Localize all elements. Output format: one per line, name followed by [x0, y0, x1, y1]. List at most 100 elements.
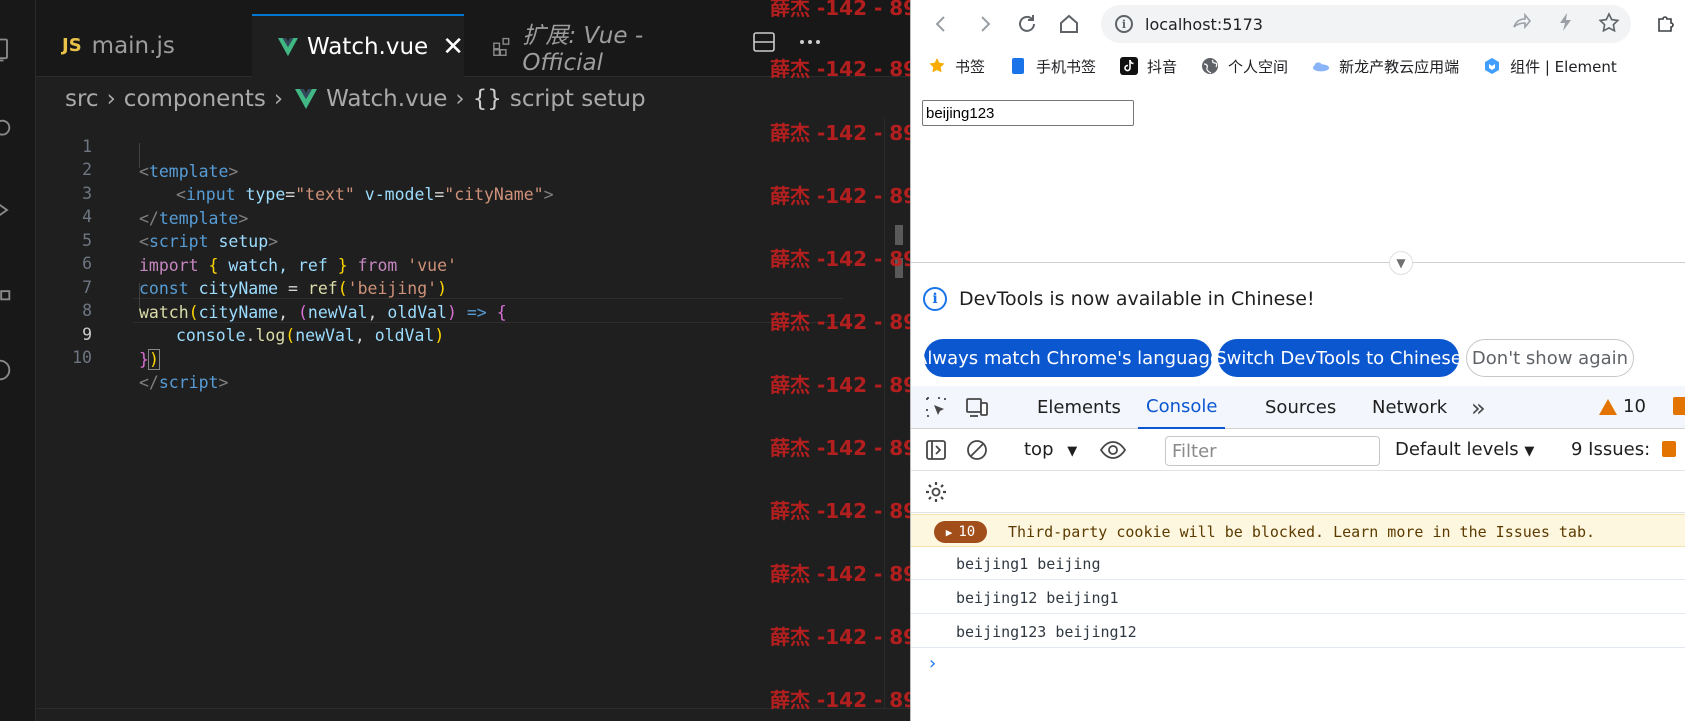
phone-icon — [1009, 57, 1027, 75]
screen: JS main.js Watch.vue ✕ 扩展: Vue - Officia… — [0, 0, 1685, 721]
devtools-tab-bar: Elements Console Sources Network » 10 — [911, 386, 1685, 429]
more-actions-icon[interactable] — [798, 30, 822, 54]
url-text: localhost:5173 — [1145, 14, 1263, 34]
console-log-row[interactable]: beijing12 beijing1 — [911, 581, 1685, 614]
site-info-icon[interactable]: i — [1115, 15, 1133, 33]
tab-label: Watch.vue — [306, 33, 429, 60]
code-editor[interactable]: 1 <template> 2 <input type="text" v-mode… — [36, 118, 886, 708]
tab-main-js[interactable]: JS main.js — [36, 14, 236, 77]
code-line: 6 const cityName = ref('beijing') — [36, 226, 886, 298]
device-toolbar-icon[interactable] — [965, 395, 989, 419]
cloud-icon — [1312, 57, 1330, 75]
source-control-icon[interactable] — [0, 196, 14, 224]
vue-icon — [278, 37, 298, 56]
bookmark-item[interactable]: 手机书签 — [1009, 56, 1096, 77]
caret-down-icon: ▼ — [1524, 444, 1535, 459]
star-icon — [928, 57, 946, 75]
tab-sources[interactable]: Sources — [1265, 386, 1336, 429]
code-line: 1 <template> — [36, 109, 886, 181]
forward-icon[interactable] — [971, 10, 999, 38]
bookmark-item[interactable]: 书签 — [928, 56, 985, 77]
sidebar-toggle-icon[interactable] — [924, 438, 948, 462]
issues-link[interactable]: 9 Issues: — [1571, 439, 1676, 460]
code-line: 2 <input type="text" v-model="cityName"> — [36, 132, 886, 204]
watermark: 薛杰 -142 - 890 — [770, 625, 931, 649]
search-icon[interactable] — [0, 116, 14, 144]
switch-to-chinese-button[interactable]: Switch DevTools to Chinese — [1215, 339, 1462, 377]
watermark: 薛杰 -142 - 890 — [770, 121, 931, 145]
clear-console-icon[interactable] — [965, 438, 989, 462]
tiktok-icon — [1120, 57, 1139, 75]
log-levels-dropdown[interactable]: Default levels ▼ — [1395, 439, 1534, 460]
console-warning-message[interactable]: ▶ 10 Third-party cookie will be blocked. … — [911, 514, 1685, 547]
watermark: 薛杰 -142 - 890 — [770, 436, 931, 460]
js-file-icon: JS — [62, 35, 82, 56]
console-settings-row — [911, 471, 1685, 513]
editor-actions — [752, 30, 822, 54]
address-bar[interactable]: i localhost:5173 — [1101, 5, 1631, 43]
warning-text: Third-party cookie will be blocked. Lear… — [1008, 523, 1595, 541]
tab-label: main.js — [91, 32, 175, 59]
code-line: 10 </script> — [36, 320, 886, 392]
tab-label: 扩展: Vue - Official — [522, 22, 644, 76]
bookmark-item[interactable]: 抖音 — [1120, 56, 1177, 77]
vscode-window: JS main.js Watch.vue ✕ 扩展: Vue - Officia… — [0, 0, 931, 721]
more-tabs-icon[interactable]: » — [1471, 386, 1486, 429]
remote-icon[interactable] — [0, 356, 14, 384]
chrome-window: i localhost:5173 书签 手机书签 抖音 个人空间 新龙产教云应用… — [910, 0, 1685, 721]
lightning-icon[interactable] — [1556, 12, 1576, 37]
expand-arrow-icon: ▶ — [945, 525, 953, 539]
watermark: 薛杰 -142 - 890 — [770, 373, 931, 397]
filter-input[interactable]: Filter — [1165, 436, 1380, 466]
repeat-count-badge: ▶ 10 — [934, 521, 987, 543]
watermark: 薛杰 -142 - 890 — [770, 688, 931, 712]
watermark: 薛杰 -142 - 890 — [770, 0, 931, 20]
home-icon[interactable] — [1055, 10, 1083, 38]
reload-icon[interactable] — [1013, 10, 1041, 38]
bookmark-item[interactable]: 新龙产教云应用端 — [1312, 56, 1459, 77]
caret-down-icon: ▼ — [1067, 444, 1078, 459]
bookmarks-bar: 书签 手机书签 抖音 个人空间 新龙产教云应用端 组件 | Element — [911, 50, 1685, 82]
settings-gear-icon[interactable] — [924, 480, 948, 504]
inspect-element-icon[interactable] — [924, 395, 948, 419]
page-viewport — [911, 84, 1685, 261]
browser-toolbar: i localhost:5173 — [911, 0, 1685, 47]
explorer-icon[interactable] — [0, 36, 14, 64]
city-name-input[interactable] — [922, 100, 1134, 126]
warnings-counter[interactable]: 10 — [1599, 396, 1646, 417]
watermark: 薛杰 -142 - 890 — [770, 247, 931, 271]
tab-console[interactable]: Console — [1138, 386, 1226, 429]
dont-show-again-button[interactable]: Don't show again — [1466, 339, 1634, 377]
console-prompt[interactable]: › — [929, 653, 936, 674]
extensions-icon — [493, 37, 510, 56]
console-log-row[interactable]: beijing123 beijing12 — [911, 615, 1685, 648]
language-infobar: i DevTools is now available in Chinese! … — [911, 271, 1685, 381]
bookmark-item[interactable]: 组件 | Element — [1483, 56, 1617, 77]
back-icon[interactable] — [927, 10, 955, 38]
tab-elements[interactable]: Elements — [1037, 386, 1121, 429]
warning-icon — [1599, 398, 1617, 415]
extensions-puzzle-icon[interactable] — [1655, 12, 1677, 39]
watermark: 薛杰 -142 - 890 — [770, 562, 931, 586]
activity-bar — [0, 0, 36, 721]
line-number: 10 — [72, 348, 92, 367]
share-icon[interactable] — [1511, 12, 1532, 37]
code-line-current: 9 }) — [36, 297, 886, 370]
bookmark-item[interactable]: 个人空间 — [1201, 56, 1288, 77]
console-log-row[interactable]: beijing1 beijing — [911, 547, 1685, 580]
element-icon — [1483, 57, 1501, 75]
vue-icon — [295, 89, 318, 109]
split-editor-icon[interactable] — [752, 30, 776, 54]
close-tab-icon[interactable]: ✕ — [442, 32, 464, 62]
globe-icon — [1201, 57, 1219, 75]
extensions-icon[interactable] — [0, 276, 14, 304]
code-line: 8 console.log(newVal, oldVal) — [36, 273, 886, 345]
bookmark-star-icon[interactable] — [1598, 12, 1620, 39]
eye-icon[interactable] — [1099, 438, 1127, 462]
tab-vue-extension[interactable]: 扩展: Vue - Official — [466, 14, 716, 77]
tab-network[interactable]: Network — [1372, 386, 1447, 429]
issues-icon[interactable] — [1673, 397, 1685, 415]
match-language-button[interactable]: Always match Chrome's language — [915, 339, 1221, 377]
tab-watch-vue[interactable]: Watch.vue ✕ — [252, 14, 464, 77]
context-selector[interactable]: top ▼ — [1024, 439, 1077, 460]
